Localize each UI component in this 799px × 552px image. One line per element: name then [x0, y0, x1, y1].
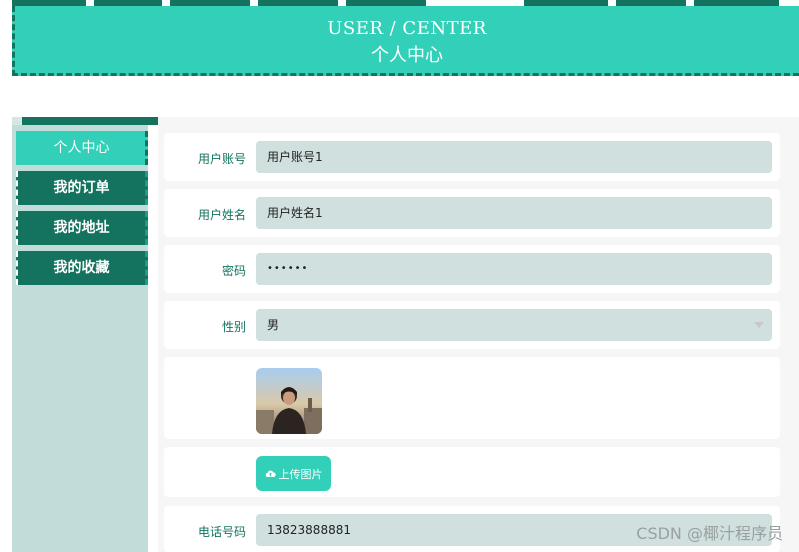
form-row-upload: 上传图片	[164, 447, 780, 497]
watermark: CSDN @椰汁程序员	[636, 524, 783, 543]
gender-label: 性别	[221, 320, 246, 334]
name-label: 用户姓名	[197, 208, 246, 222]
sidebar-item-orders[interactable]: 我的订单	[16, 171, 148, 205]
cloud-upload-icon	[265, 470, 276, 478]
form-row-account: 用户账号 用户账号1	[164, 133, 780, 181]
form-row-avatar	[164, 357, 780, 439]
banner-title-cn: 个人中心	[371, 45, 443, 66]
gender-select[interactable]: 男	[256, 309, 772, 341]
sidebar-top-edge	[12, 117, 22, 125]
password-input[interactable]: ••••••	[256, 253, 772, 285]
account-input[interactable]: 用户账号1	[256, 141, 772, 173]
password-label: 密码	[221, 264, 246, 278]
name-input[interactable]: 用户姓名1	[256, 197, 772, 229]
avatar-image[interactable]	[256, 368, 322, 434]
form-row-password: 密码 ••••••	[164, 245, 780, 293]
form-row-gender: 性别 男	[164, 301, 780, 349]
sidebar-item-profile[interactable]: 个人中心	[16, 131, 148, 165]
chevron-down-icon	[754, 322, 764, 328]
phone-label: 电话号码	[197, 525, 246, 539]
gender-select-value: 男	[267, 318, 280, 332]
avatar-photo-icon	[256, 368, 322, 434]
upload-button-label: 上传图片	[278, 467, 323, 481]
form-row-name: 用户姓名 用户姓名1	[164, 189, 780, 237]
sidebar: 个人中心 我的订单 我的地址 我的收藏	[12, 117, 158, 552]
account-label: 用户账号	[197, 152, 246, 166]
page-banner: USER / CENTER 个人中心	[12, 6, 799, 76]
profile-form: 用户账号 用户账号1 用户姓名 用户姓名1 密码 •••••• 性别 男 上传图…	[158, 117, 799, 552]
sidebar-top-bar	[22, 117, 158, 125]
sidebar-item-addresses[interactable]: 我的地址	[16, 211, 148, 245]
sidebar-item-favorites[interactable]: 我的收藏	[16, 251, 148, 285]
upload-image-button[interactable]: 上传图片	[256, 456, 331, 491]
banner-title-en: USER / CENTER	[327, 18, 487, 39]
